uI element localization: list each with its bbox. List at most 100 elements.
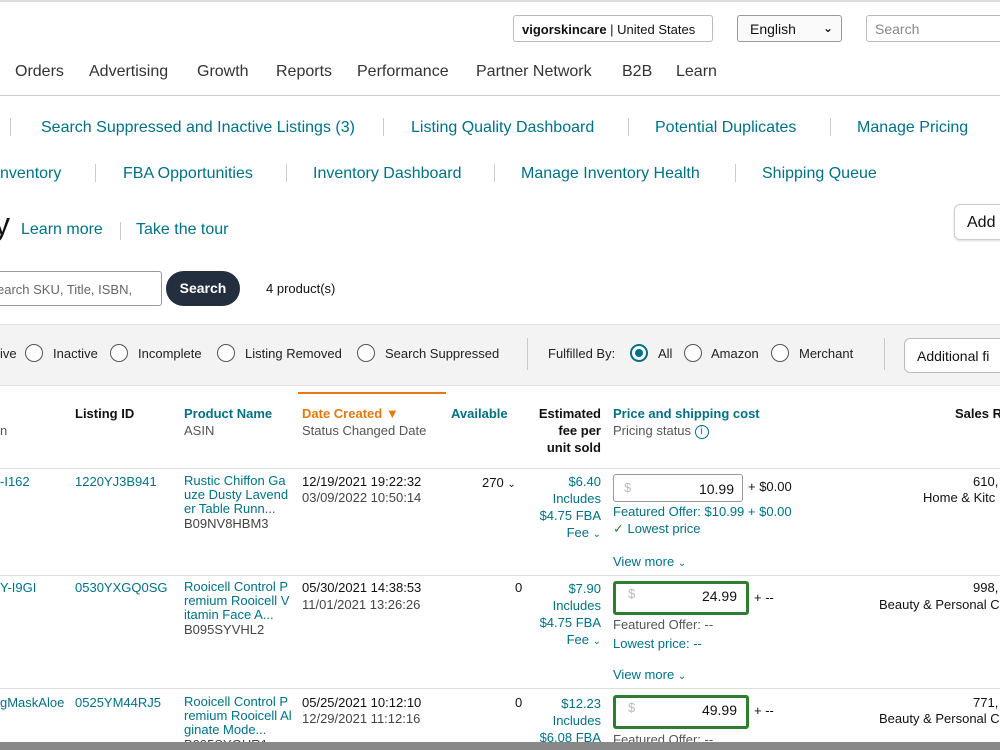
- fee-cell[interactable]: $6.40 Includes $4.75 FBA Fee ⌄: [521, 473, 601, 543]
- col-sku-sub: n: [0, 423, 8, 438]
- subnav-shipping-queue[interactable]: Shipping Queue: [762, 165, 877, 183]
- fee-cell[interactable]: $12.23 Includes $6.08 FBA: [521, 695, 601, 746]
- language-select[interactable]: English ⌄: [737, 15, 842, 42]
- featured-offer: Featured Offer: $10.99 + $0.00: [613, 504, 792, 519]
- nav-learn[interactable]: Learn: [676, 63, 717, 81]
- sku-link[interactable]: -I162: [0, 475, 30, 489]
- subnav-listing-quality[interactable]: Listing Quality Dashboard: [411, 119, 594, 137]
- nav-advertising[interactable]: Advertising: [89, 63, 168, 81]
- search-button[interactable]: Search: [166, 271, 240, 306]
- fulfilled-all-label: All: [658, 346, 673, 361]
- nav-performance[interactable]: Performance: [357, 63, 449, 81]
- nav-orders[interactable]: Orders: [15, 63, 64, 81]
- global-search-input[interactable]: Search: [866, 15, 1000, 42]
- sku-search-input[interactable]: earch SKU, Title, ISBN,: [0, 271, 162, 306]
- sku-link[interactable]: gMaskAloe: [0, 696, 64, 710]
- radio-fulfilled-all[interactable]: [630, 344, 648, 362]
- take-tour-link[interactable]: Take the tour: [136, 221, 229, 239]
- date-created: 05/25/2021 10:12:10: [302, 695, 422, 710]
- fulfilled-amazon-label: Amazon: [711, 346, 759, 361]
- product-name-link[interactable]: Rooicell Control Premium Rooicell Algina…: [184, 695, 292, 737]
- subnav-suppressed[interactable]: Search Suppressed and Inactive Listings …: [41, 119, 355, 137]
- rank-category: Home & Kitc: [923, 490, 996, 505]
- product-name-link[interactable]: Rustic Chiffon Gauze Dusty Lavender Tabl…: [184, 474, 292, 516]
- price-input[interactable]: $ 24.99: [613, 581, 749, 615]
- subnav-inventory[interactable]: nventory: [0, 165, 61, 183]
- col-sales-rank[interactable]: Sales R: [955, 406, 1000, 421]
- listing-id[interactable]: 0530YXGQ0SG: [75, 581, 168, 595]
- chevron-down-icon: ⌄: [592, 636, 601, 647]
- col-product-name[interactable]: Product Name: [184, 406, 272, 421]
- subnav-inventory-dashboard[interactable]: Inventory Dashboard: [313, 165, 462, 183]
- fulfilled-merchant-label: Merchant: [799, 346, 854, 361]
- view-more-link[interactable]: View more ⌄: [613, 668, 686, 684]
- radio-inactive[interactable]: [25, 344, 43, 362]
- fee-includes: Includes: [552, 491, 601, 506]
- horizontal-scrollbar[interactable]: [0, 742, 1000, 750]
- status-changed: 12/29/2021 11:12:16: [302, 711, 421, 726]
- available-qty[interactable]: 270 ⌄: [482, 476, 516, 492]
- nav-growth[interactable]: Growth: [197, 63, 249, 81]
- sku-link[interactable]: Y-I9GI: [0, 581, 36, 595]
- col-price[interactable]: Price and shipping cost: [613, 406, 760, 421]
- sales-rank: 998,: [973, 580, 999, 595]
- subnav-manage-pricing[interactable]: Manage Pricing: [857, 119, 968, 137]
- page-title: y: [0, 206, 10, 242]
- rank-category: Beauty & Personal C: [879, 597, 1000, 612]
- radio-fulfilled-amazon[interactable]: [684, 344, 702, 362]
- chevron-down-icon: ⌄: [592, 529, 601, 540]
- subnav-inventory-health[interactable]: Manage Inventory Health: [521, 165, 700, 183]
- asin: B09NV8HBM3: [184, 516, 269, 531]
- radio-incomplete[interactable]: [110, 344, 128, 362]
- fee-label: Fee: [566, 632, 589, 647]
- currency-symbol: $: [624, 480, 632, 495]
- status-changed: 11/01/2021 13:26:26: [302, 597, 421, 612]
- subnav-potential-duplicates[interactable]: Potential Duplicates: [655, 119, 796, 137]
- filter-removed-label: Listing Removed: [245, 346, 342, 361]
- subnav-fba-opportunities[interactable]: FBA Opportunities: [123, 165, 253, 183]
- nav-divider: [0, 95, 1000, 96]
- price-input[interactable]: $ 10.99: [613, 474, 743, 502]
- fee-fba: $4.75 FBA: [539, 615, 601, 630]
- chevron-down-icon: ⌄: [507, 479, 516, 490]
- product-count: 4 product(s): [266, 281, 336, 296]
- asin: B095SYVHL2: [184, 622, 265, 637]
- chevron-down-icon: ⌄: [677, 558, 687, 569]
- listing-id[interactable]: 0525YM44RJ5: [75, 696, 161, 710]
- lowest-price-label: Lowest price: [627, 521, 701, 536]
- price-input[interactable]: $ 49.99: [613, 695, 749, 729]
- radio-listing-removed[interactable]: [217, 344, 235, 362]
- col-status-changed: Status Changed Date: [302, 423, 427, 438]
- top-divider: [0, 0, 1000, 2]
- col-listing-id[interactable]: Listing ID: [75, 406, 134, 421]
- listing-id[interactable]: 1220YJ3B941: [75, 475, 157, 489]
- product-name-link[interactable]: Rooicell Control Premium Rooicell Vitami…: [184, 580, 292, 622]
- learn-more-link[interactable]: Learn more: [21, 221, 103, 239]
- add-product-button[interactable]: Add a: [954, 204, 1000, 240]
- col-date-created[interactable]: Date Created: [302, 406, 382, 421]
- col-fee-1: Estimated: [538, 406, 601, 421]
- view-more-link[interactable]: View more ⌄: [613, 555, 686, 571]
- radio-fulfilled-merchant[interactable]: [771, 344, 789, 362]
- account-region: United States: [617, 22, 696, 37]
- info-icon[interactable]: i: [694, 424, 709, 439]
- featured-offer: Featured Offer: --: [613, 617, 714, 632]
- price-value: 49.99: [701, 702, 737, 718]
- fee-cell[interactable]: $7.90 Includes $4.75 FBA Fee ⌄: [521, 580, 601, 650]
- fee-amount: $12.23: [561, 696, 601, 711]
- radio-search-suppressed[interactable]: [357, 344, 375, 362]
- account-name: vigorskincare: [522, 22, 607, 37]
- filter-incomplete-label: Incomplete: [138, 346, 202, 361]
- view-more-label: View more: [613, 554, 675, 569]
- col-available[interactable]: Available: [451, 406, 508, 421]
- date-created: 05/30/2021 14:38:53: [302, 580, 422, 595]
- fee-amount: $6.40: [568, 474, 601, 489]
- currency-symbol: $: [628, 586, 636, 601]
- nav-partner-network[interactable]: Partner Network: [476, 63, 592, 81]
- additional-filters-button[interactable]: Additional fi: [904, 338, 1000, 373]
- nav-reports[interactable]: Reports: [276, 63, 332, 81]
- account-switcher[interactable]: vigorskincare | United States: [513, 15, 713, 42]
- nav-b2b[interactable]: B2B: [622, 63, 652, 81]
- sort-indicator-bar: [298, 392, 446, 394]
- col-pricing-status: Pricing status: [613, 423, 692, 438]
